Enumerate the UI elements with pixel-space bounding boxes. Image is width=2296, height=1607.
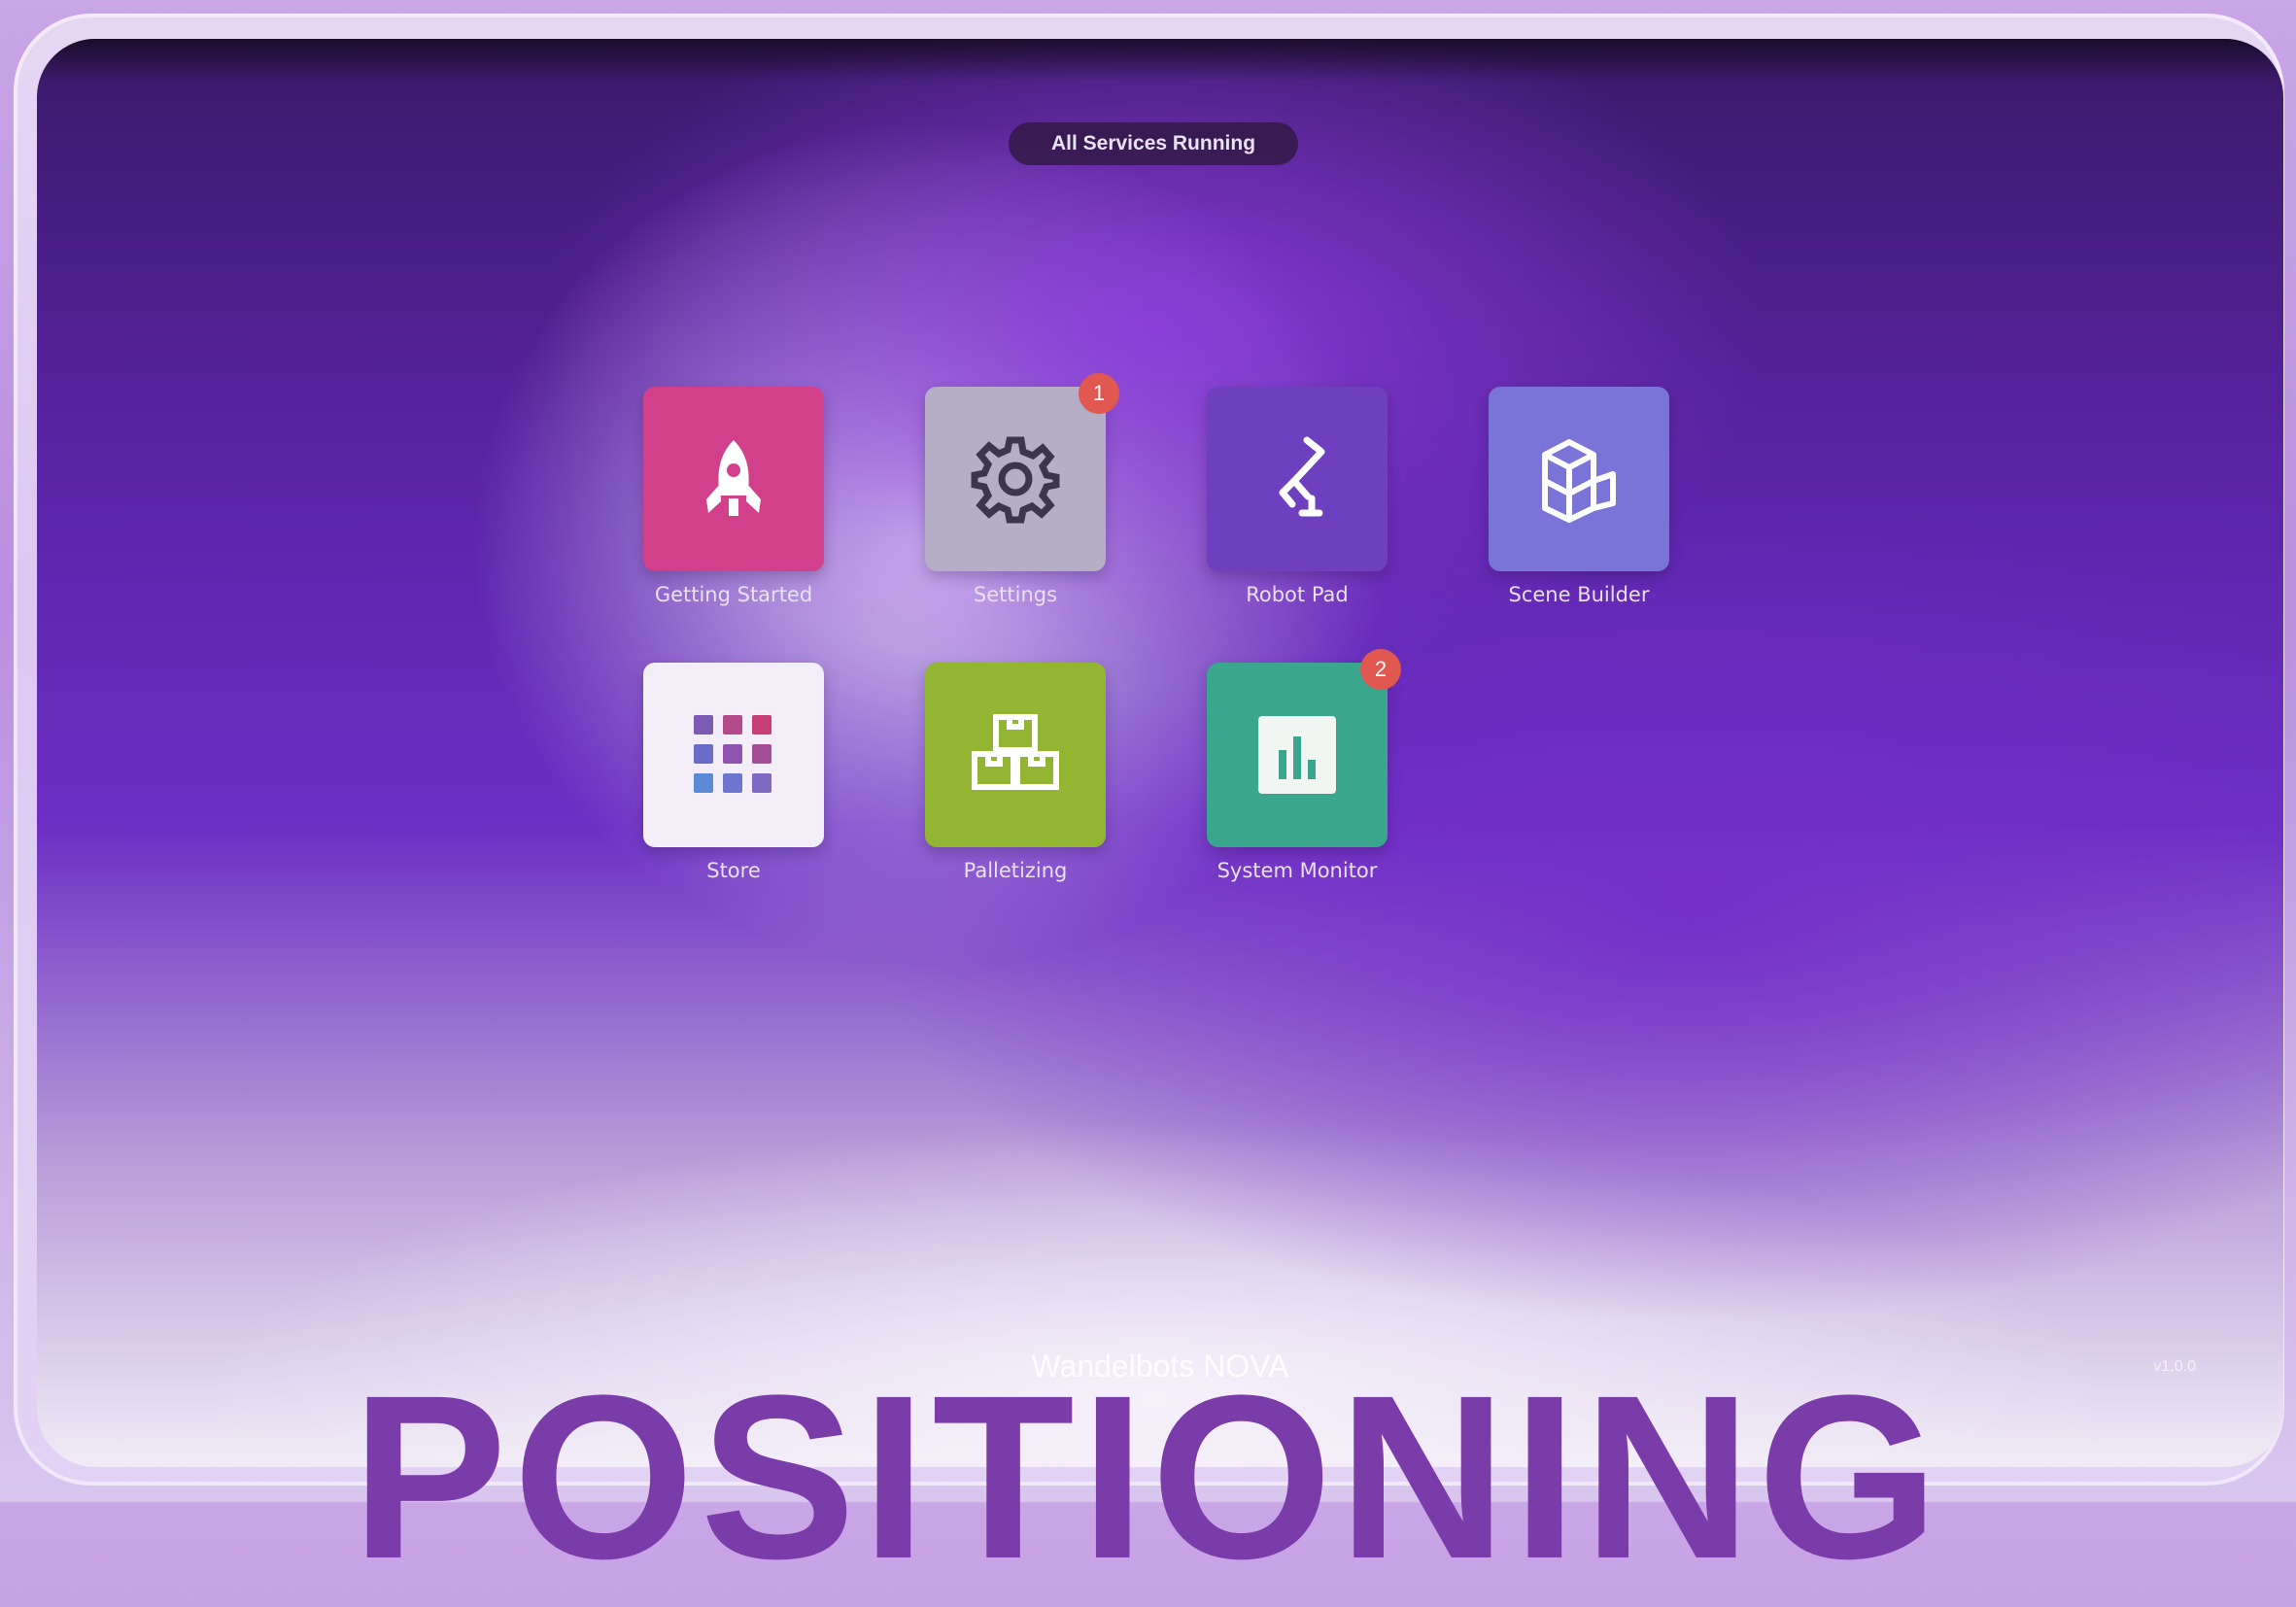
app-scene-builder[interactable]: Scene Builder [1489, 387, 1669, 606]
app-tile[interactable] [1207, 387, 1388, 571]
app-palletizing[interactable]: Palletizing [925, 663, 1106, 882]
headline-text: POSITIONING [351, 1347, 1945, 1607]
rocket-icon [706, 440, 761, 516]
app-label: Settings [973, 583, 1058, 606]
app-tile[interactable] [643, 387, 824, 571]
cubes-icon [1542, 439, 1616, 523]
chart-icon [1258, 716, 1336, 794]
desktop-screen: All Services Running Getting Started 1 S… [37, 39, 2283, 1467]
app-label: Store [706, 859, 761, 882]
top-bar [37, 39, 2283, 82]
notification-badge: 2 [1360, 649, 1401, 690]
app-label: Scene Builder [1508, 583, 1650, 606]
app-settings[interactable]: 1 Settings [925, 373, 1119, 606]
app-store[interactable]: Store [643, 663, 824, 882]
notification-badge: 1 [1079, 373, 1119, 414]
status-text: All Services Running [1050, 132, 1256, 154]
grid-icon [694, 715, 771, 793]
app-system-monitor[interactable]: 2 System Monitor [1207, 649, 1401, 882]
app-tile[interactable]: 1 [925, 373, 1119, 571]
status-pill[interactable]: All Services Running [1009, 122, 1298, 165]
app-robot-pad[interactable]: Robot Pad [1207, 387, 1388, 606]
app-label: System Monitor [1217, 859, 1378, 882]
app-tile[interactable]: 2 [1207, 649, 1401, 847]
robot-arm-icon [1279, 436, 1325, 517]
app-tile[interactable] [925, 663, 1106, 847]
boxes-icon [972, 714, 1059, 790]
app-label: Getting Started [654, 583, 813, 606]
app-getting-started[interactable]: Getting Started [643, 387, 824, 606]
gear-icon [971, 436, 1060, 524]
app-label: Palletizing [963, 859, 1068, 882]
app-tile[interactable] [643, 663, 824, 847]
app-label: Robot Pad [1246, 583, 1349, 606]
app-tile[interactable] [1489, 387, 1669, 571]
